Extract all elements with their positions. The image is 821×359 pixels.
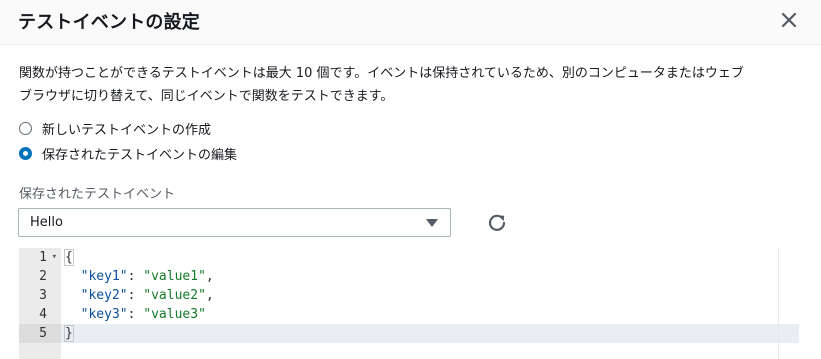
json-key: "key3"	[80, 307, 128, 322]
description-line-2: ブラウザに切り替えて、同じイベントで関数をテストできます。	[19, 89, 394, 104]
code-line-4: "key3": "value3"	[80, 307, 206, 322]
dialog-description: 関数が持つことができるテストイベントは最大 10 個です。イベントは保持されてい…	[19, 62, 809, 108]
open-brace: {	[64, 249, 74, 266]
text-cursor	[72, 326, 74, 341]
json-key: "key2"	[80, 288, 128, 303]
line-number: 3	[39, 288, 47, 303]
json-string-value: "value2"	[143, 288, 206, 303]
radio-label: 新しいテストイベントの作成	[42, 122, 212, 138]
json-key: "key1"	[80, 269, 128, 284]
print-margin	[778, 248, 779, 359]
radio-edit-saved-event[interactable]: 保存されたテストイベントの編集	[19, 143, 237, 163]
code-line-2: "key1": "value1",	[80, 269, 214, 284]
fold-arrow-icon[interactable]: ▾	[52, 248, 57, 267]
dialog-title: テストイベントの設定	[18, 12, 200, 33]
close-icon[interactable]	[779, 10, 799, 30]
code-line-3: "key2": "value2",	[80, 288, 214, 303]
description-line-1: 関数が持つことができるテストイベントは最大 10 個です。イベントは保持されてい…	[19, 66, 744, 81]
close-brace: }	[64, 325, 74, 342]
refresh-icon[interactable]	[486, 212, 508, 234]
code-line-5: }	[61, 324, 799, 343]
line-number: 2	[39, 269, 47, 284]
editor-code-area[interactable]: { "key1": "value1", "key2": "value2", "k…	[61, 248, 799, 359]
line-number: 1 ▾	[39, 248, 57, 267]
saved-event-selected-value: Hello	[30, 215, 63, 230]
line-number-active: 5	[19, 324, 61, 343]
radio-label: 保存されたテストイベントの編集	[42, 147, 238, 163]
saved-event-select[interactable]: Hello	[18, 208, 451, 237]
code-line-1: {	[61, 248, 799, 267]
json-string-value: "value1"	[143, 269, 206, 284]
radio-create-new-event[interactable]: 新しいテストイベントの作成	[19, 118, 211, 138]
radio-unchecked-icon[interactable]	[19, 121, 32, 135]
code-editor[interactable]: 1 ▾ 2 3 4 5 { "key1": "value1", "key2": …	[19, 248, 799, 359]
editor-gutter: 1 ▾ 2 3 4 5	[19, 248, 61, 359]
radio-checked-icon[interactable]	[19, 146, 32, 160]
json-string-value: "value3"	[143, 307, 206, 322]
line-number: 4	[39, 307, 47, 322]
caret-down-icon	[426, 219, 438, 227]
dialog-header: テストイベントの設定	[0, 0, 821, 45]
saved-events-label: 保存されたテストイベント	[19, 187, 176, 202]
